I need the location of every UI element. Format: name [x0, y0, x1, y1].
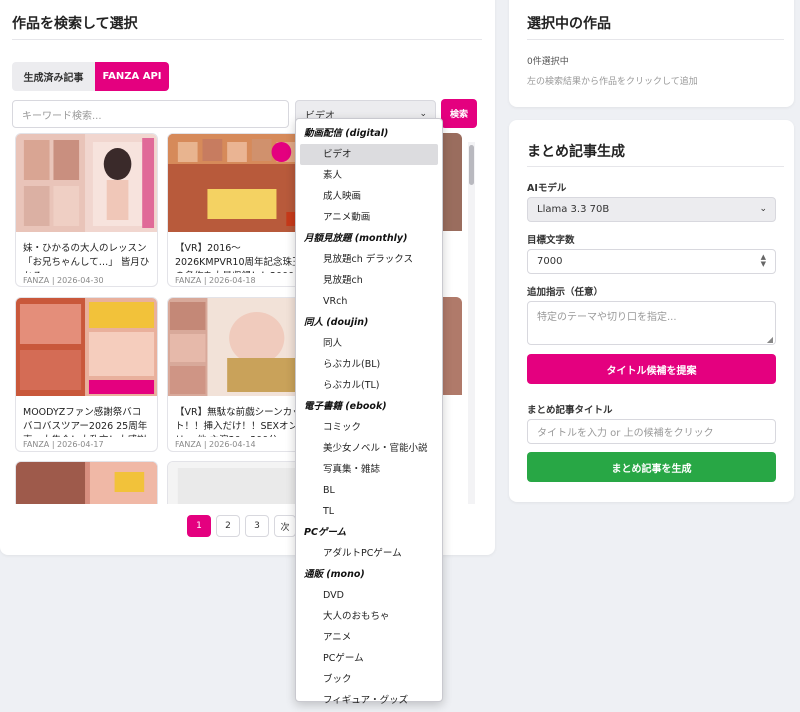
- chevron-down-icon: ⌄: [759, 204, 767, 214]
- product-thumbnail: [168, 298, 309, 396]
- results-scrollbar[interactable]: [468, 142, 475, 504]
- dropdown-option[interactable]: TL: [300, 501, 438, 522]
- dropdown-group-label: PCゲーム: [304, 527, 347, 538]
- keyword-placeholder: キーワード検索...: [22, 110, 102, 122]
- divider: [527, 166, 784, 167]
- product-thumbnail: [168, 134, 309, 232]
- stepper-icon[interactable]: ▲ ▼: [761, 254, 766, 268]
- resize-handle-icon[interactable]: ◢: [767, 335, 773, 344]
- category-dropdown[interactable]: 動画配信 (digital) ビデオ 素人 成人映画 アニメ動画月額見放題 (month…: [295, 118, 443, 706]
- keyword-search-input[interactable]: キーワード検索...: [12, 100, 289, 128]
- dropdown-option[interactable]: アニメ動画: [300, 207, 438, 228]
- dropdown-option[interactable]: 成人映画: [300, 186, 438, 207]
- dropdown-option[interactable]: 見放題ch デラックス: [300, 249, 438, 270]
- product-title: 妹・ひかるの大人のレッスン「お兄ちゃんして…」 皆月ひかる: [23, 243, 150, 273]
- product-card[interactable]: 妹・ひかるの大人のレッスン「お兄ちゃんして…」 皆月ひかる FANZA | 20…: [15, 133, 158, 287]
- product-card[interactable]: 【VR】無駄な前戯シーンカット！！挿入だけ！！SEXオンリー 他 主演30～30…: [167, 297, 310, 452]
- model-select[interactable]: Llama 3.3 70B ⌄: [527, 197, 776, 222]
- dropdown-option[interactable]: アニメ: [300, 627, 438, 648]
- dropdown-option[interactable]: フィギュア・グッズ: [300, 690, 438, 711]
- product-title: 【VR】無駄な前戯シーンカット！！挿入だけ！！SEXオンリー 他 主演30～30…: [175, 407, 302, 437]
- extra-instructions-textarea[interactable]: 特定のテーマや切り口を指定... ◢: [527, 301, 776, 345]
- product-thumbnail: [16, 462, 157, 504]
- dropdown-option[interactable]: BL: [300, 480, 438, 501]
- product-thumbnail: [16, 298, 157, 396]
- page-2-button[interactable]: 2: [216, 515, 240, 537]
- tab-generated-articles[interactable]: 生成済み記事: [12, 62, 95, 91]
- tab-fanza-api[interactable]: FANZA API: [95, 62, 169, 91]
- dropdown-option[interactable]: 同人: [300, 333, 438, 354]
- page-1-button[interactable]: 1: [187, 515, 211, 537]
- page-3-button[interactable]: 3: [245, 515, 269, 537]
- extra-instructions-label: 追加指示（任意）: [527, 287, 604, 298]
- product-meta: FANZA | 2026-04-14: [175, 440, 256, 449]
- product-card[interactable]: 【VR】2016～2026KMPVR10周年記念珠玉の名作を大量収録！！2000…: [167, 133, 310, 287]
- dropdown-group-label: 月額見放題 (monthly): [304, 233, 408, 244]
- divider: [527, 39, 784, 40]
- article-title-label: まとめ記事タイトル: [527, 405, 613, 416]
- selected-panel-title: 選択中の作品: [527, 16, 611, 32]
- suggest-titles-button[interactable]: タイトル候補を提案: [527, 354, 776, 384]
- dropdown-option[interactable]: 素人: [300, 165, 438, 186]
- product-meta: FANZA | 2026-04-30: [23, 276, 104, 285]
- dropdown-option[interactable]: 写真集・雑誌: [300, 459, 438, 480]
- generate-article-button[interactable]: まとめ記事を生成: [527, 452, 776, 482]
- article-title-input[interactable]: タイトルを入力 or 上の候補をクリック: [527, 419, 776, 444]
- dropdown-group-label: 電子書籍 (ebook): [304, 401, 387, 412]
- length-value: 7000: [537, 256, 563, 267]
- dropdown-option[interactable]: PCゲーム: [300, 648, 438, 669]
- scrollbar-thumb[interactable]: [469, 145, 474, 185]
- model-select-value: Llama 3.3 70B: [537, 204, 610, 215]
- dropdown-option[interactable]: らぶカル(TL): [300, 375, 438, 396]
- product-meta: FANZA | 2026-04-18: [175, 276, 256, 285]
- dropdown-option[interactable]: ビデオ: [300, 144, 438, 165]
- article-title-placeholder: タイトルを入力 or 上の候補をクリック: [537, 428, 714, 439]
- divider: [12, 39, 482, 40]
- dropdown-option[interactable]: 美少女ノベル・官能小説: [300, 438, 438, 459]
- dropdown-option[interactable]: コミック: [300, 417, 438, 438]
- selected-count: 0件選択中: [527, 57, 569, 67]
- product-meta: FANZA | 2026-04-17: [23, 440, 104, 449]
- dropdown-option[interactable]: らぶカル(BL): [300, 354, 438, 375]
- product-thumbnail: [168, 462, 309, 504]
- dropdown-option[interactable]: アダルトPCゲーム: [300, 543, 438, 564]
- dropdown-option[interactable]: DVD: [300, 585, 438, 606]
- product-thumbnail: [16, 134, 157, 232]
- product-title: MOODYZファン感謝祭バコバコバスツアー2026 25周年専…大集合！大乱交！…: [23, 407, 148, 437]
- dropdown-group-label: 通販 (mono): [304, 569, 365, 580]
- length-label: 目標文字数: [527, 235, 575, 246]
- summary-panel-title: まとめ記事生成: [527, 144, 625, 160]
- dropdown-group-label: 動画配信 (digital): [304, 128, 389, 139]
- search-panel-title: 作品を検索して選択: [12, 16, 138, 32]
- length-input[interactable]: 7000 ▲ ▼: [527, 249, 776, 274]
- product-card[interactable]: [167, 461, 310, 504]
- selected-hint: 左の検索結果から作品をクリックして追加: [527, 77, 698, 87]
- extra-instructions-placeholder: 特定のテーマや切り口を指定...: [537, 312, 677, 323]
- product-card[interactable]: [15, 461, 158, 504]
- product-card[interactable]: MOODYZファン感謝祭バコバコバスツアー2026 25周年専…大集合！大乱交！…: [15, 297, 158, 452]
- dropdown-group-label: 同人 (doujin): [304, 317, 369, 328]
- dropdown-option[interactable]: ブック: [300, 669, 438, 690]
- model-label: AIモデル: [527, 183, 567, 194]
- dropdown-option[interactable]: VRch: [300, 291, 438, 312]
- product-title: 【VR】2016～2026KMPVR10周年記念珠玉の名作を大量収録！！2000…: [175, 243, 302, 273]
- dropdown-option[interactable]: 大人のおもちゃ: [300, 606, 438, 627]
- dropdown-option[interactable]: 見放題ch: [300, 270, 438, 291]
- next-page-button[interactable]: 次: [274, 515, 296, 537]
- search-button[interactable]: 検索: [441, 99, 477, 128]
